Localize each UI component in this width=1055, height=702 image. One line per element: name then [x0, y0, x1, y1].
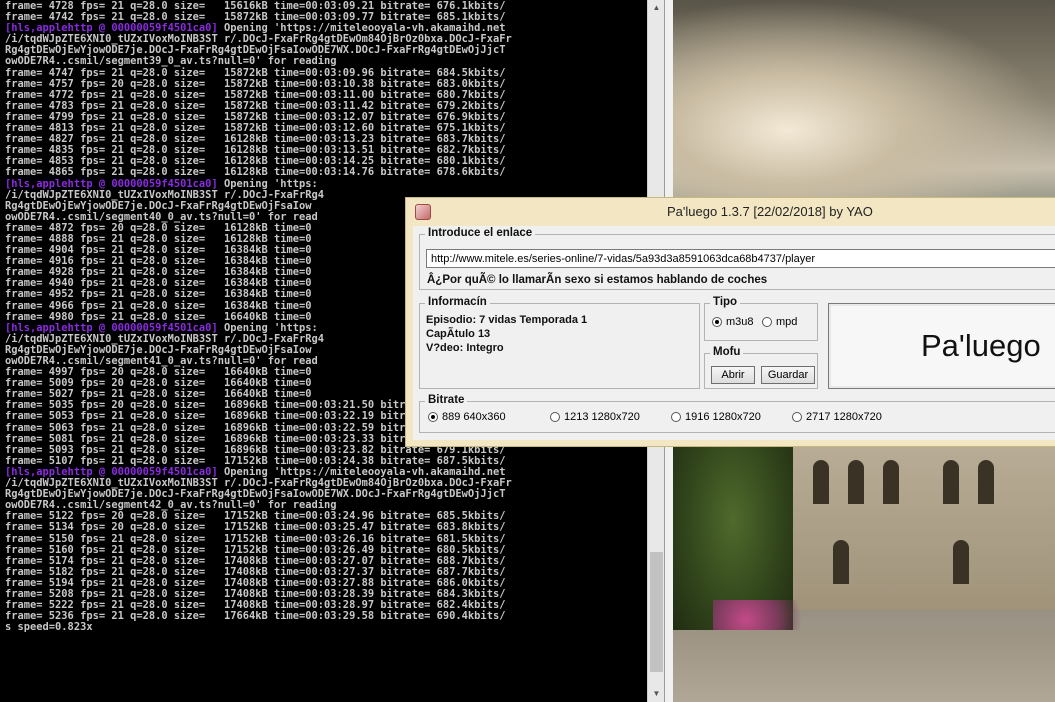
bitrate-radio-889[interactable]: 889 640x360: [428, 411, 506, 423]
info-group: Informacín Episodio: 7 vidas Temporada 1…: [419, 296, 700, 389]
open-button[interactable]: Abrir: [711, 366, 755, 384]
mofu-group: Mofu Abrir Guardar: [704, 346, 818, 389]
chapter-line: CapÃ­tulo 13: [426, 328, 491, 340]
bitrate-radio-label: 889 640x360: [442, 411, 506, 423]
tipo-group: Tipo m3u8 mpd: [704, 296, 818, 341]
wallpaper-ground: [673, 630, 1055, 702]
link-group-legend: Introduce el enlace: [425, 227, 536, 239]
scroll-thumb[interactable]: [650, 552, 663, 672]
tipo-radio-label: mpd: [776, 316, 798, 328]
bitrate-radio-label: 1213 1280x720: [564, 411, 640, 423]
bitrate-radio-2717[interactable]: 2717 1280x720: [792, 411, 882, 423]
radio-icon[interactable]: [792, 412, 802, 422]
wallpaper-sky: [673, 0, 1055, 200]
window-body: Introduce el enlace Â¿Por quÃ© lo llamar…: [413, 226, 1055, 440]
bitrate-radio-1213[interactable]: 1213 1280x720: [550, 411, 640, 423]
chevron-up-icon[interactable]: ▲: [648, 0, 665, 16]
paluego-button[interactable]: Pa'luego: [828, 303, 1055, 389]
radio-icon[interactable]: [550, 412, 560, 422]
radio-icon[interactable]: [671, 412, 681, 422]
wallpaper-arch: [833, 540, 849, 584]
video-line: V?deo: Integro: [426, 342, 504, 354]
wallpaper-arch: [943, 460, 959, 504]
radio-icon[interactable]: [762, 317, 772, 327]
window-title: Pa'luego 1.3.7 [22/02/2018] by YAO: [667, 204, 873, 219]
tipo-radio-m3u8[interactable]: m3u8: [712, 316, 754, 328]
tipo-radio-mpd[interactable]: mpd: [762, 316, 797, 328]
wallpaper-arch: [978, 460, 994, 504]
console-line: frame= 5236 fps= 21 q=28.0 size= 17664kB…: [5, 611, 645, 622]
bitrate-radio-label: 1916 1280x720: [685, 411, 761, 423]
tipo-group-legend: Tipo: [710, 296, 741, 308]
save-button[interactable]: Guardar: [761, 366, 815, 384]
chevron-down-icon[interactable]: ▼: [648, 686, 665, 702]
bitrate-group-legend: Bitrate: [425, 394, 468, 406]
bitrate-group: Bitrate 889 640x360 1213 1280x720 1916 1…: [419, 394, 1055, 433]
radio-selected-icon[interactable]: [712, 317, 722, 327]
info-group-legend: Informacín: [425, 296, 490, 308]
wallpaper-arch: [813, 460, 829, 504]
bitrate-radio-1916[interactable]: 1916 1280x720: [671, 411, 761, 423]
wallpaper-arch: [848, 460, 864, 504]
url-input[interactable]: [426, 249, 1055, 268]
paluego-window: Pa'luego 1.3.7 [22/02/2018] by YAO Intro…: [405, 197, 1055, 447]
wallpaper-arch: [953, 540, 969, 584]
bitrate-radio-label: 2717 1280x720: [806, 411, 882, 423]
radio-selected-icon[interactable]: [428, 412, 438, 422]
link-group: Introduce el enlace Â¿Por quÃ© lo llamar…: [419, 227, 1055, 290]
console-line: s speed=0.823x: [5, 622, 645, 633]
console-line-text: s speed=0.823x: [5, 621, 93, 634]
tipo-radio-label: m3u8: [726, 316, 754, 328]
episode-line: Episodio: 7 vidas Temporada 1: [426, 314, 588, 326]
wallpaper-building: [773, 440, 1055, 610]
wallpaper-arch: [883, 460, 899, 504]
mofu-group-legend: Mofu: [710, 346, 744, 358]
window-titlebar[interactable]: Pa'luego 1.3.7 [22/02/2018] by YAO: [406, 198, 1055, 226]
link-note: Â¿Por quÃ© lo llamarÃ­n sexo si estamos …: [427, 274, 768, 286]
app-icon[interactable]: [415, 204, 431, 220]
